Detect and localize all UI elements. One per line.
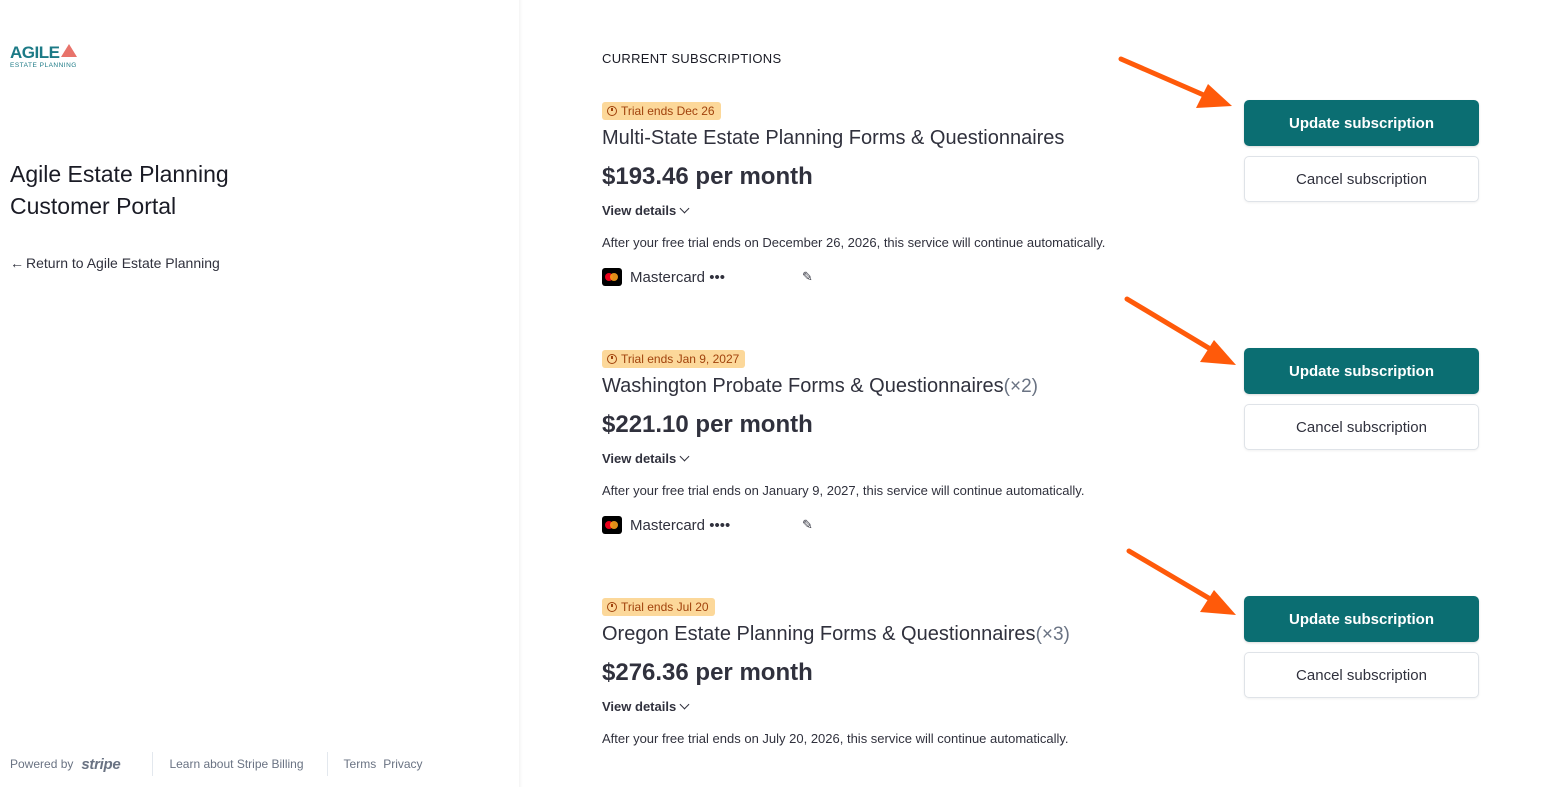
trial-badge: Trial ends Jul 20 [602,598,715,616]
payment-method: Mastercard ••• ✎ [602,266,813,288]
chevron-down-icon [679,203,690,214]
cancel-subscription-button[interactable]: Cancel subscription [1244,156,1479,202]
footer-divider [152,752,154,776]
main-panel: CURRENT SUBSCRIPTIONS Trial ends Dec 26 … [602,0,1502,787]
subscription-name-label: Oregon Estate Planning Forms & Questionn… [602,623,1036,645]
mastercard-icon [602,516,622,534]
subscription-quantity: (×2) [1003,376,1038,397]
payment-card-label: Mastercard ••• [630,268,725,286]
subscription-name: Oregon Estate Planning Forms & Questionn… [602,623,1070,646]
view-details-toggle[interactable]: View details [602,203,690,218]
view-details-label: View details [602,699,677,714]
logo-word: AGILE [10,43,60,62]
chevron-down-icon [679,699,690,710]
view-details-toggle[interactable]: View details [602,699,690,714]
learn-billing-link[interactable]: Learn about Stripe Billing [169,757,303,771]
mastercard-icon [602,268,622,286]
panel-divider [519,0,523,787]
trial-note: After your free trial ends on July 20, 2… [602,731,1069,746]
update-subscription-button[interactable]: Update subscription [1244,348,1479,394]
trial-badge: Trial ends Dec 26 [602,102,721,120]
logo-triangle-icon [61,44,78,57]
footer-divider [326,752,328,776]
subscription-price: $221.10 per month [602,411,813,438]
trial-badge: Trial ends Jan 9, 2027 [602,350,746,368]
portal-title: Agile Estate Planning Customer Portal [10,161,229,219]
sidebar: AGILE ESTATE PLANNING Agile Estate Plann… [0,0,520,787]
cancel-subscription-button[interactable]: Cancel subscription [1244,652,1479,698]
terms-link[interactable]: Terms [344,757,377,771]
subscription-price: $193.46 per month [602,163,813,190]
trial-badge-label: Trial ends Dec 26 [621,104,715,118]
update-subscription-button[interactable]: Update subscription [1244,596,1479,642]
trial-note: After your free trial ends on January 9,… [602,483,1085,498]
logo-subtitle: ESTATE PLANNING [10,62,77,69]
section-label: CURRENT SUBSCRIPTIONS [602,51,782,66]
trial-note: After your free trial ends on December 2… [602,235,1106,250]
view-details-toggle[interactable]: View details [602,451,690,466]
return-link-label: Return to Agile Estate Planning [26,255,220,271]
footer: Powered by stripe Learn about Stripe Bil… [10,752,430,776]
cancel-subscription-button[interactable]: Cancel subscription [1244,404,1479,450]
subscription-name-label: Washington Probate Forms & Questionnaire… [602,375,1004,397]
trial-badge-label: Trial ends Jul 20 [621,600,709,614]
clock-icon [607,602,617,612]
chevron-down-icon [679,451,690,462]
payment-method: Mastercard •••• ✎ [602,514,813,536]
stripe-logo[interactable]: stripe [81,756,120,773]
trial-badge-label: Trial ends Jan 9, 2027 [621,352,740,366]
subscription-quantity: (×3) [1035,624,1070,645]
clock-icon [607,354,617,364]
subscription-price: $276.36 per month [602,659,813,686]
update-subscription-button[interactable]: Update subscription [1244,100,1479,146]
payment-card-label: Mastercard •••• [630,516,731,534]
clock-icon [607,106,617,116]
edit-payment-pencil-icon[interactable]: ✎ [802,517,813,533]
subscription-name-label: Multi-State Estate Planning Forms & Ques… [602,127,1065,149]
view-details-label: View details [602,451,677,466]
arrow-left-icon: ← [10,255,24,271]
company-logo: AGILE ESTATE PLANNING [10,43,78,70]
powered-by-label: Powered by [10,757,74,771]
subscription-name: Multi-State Estate Planning Forms & Ques… [602,127,1064,150]
privacy-link[interactable]: Privacy [383,757,422,771]
subscription-name: Washington Probate Forms & Questionnaire… [602,375,1038,398]
return-link[interactable]: ← Return to Agile Estate Planning [10,255,220,271]
view-details-label: View details [602,203,677,218]
edit-payment-pencil-icon[interactable]: ✎ [802,269,813,285]
